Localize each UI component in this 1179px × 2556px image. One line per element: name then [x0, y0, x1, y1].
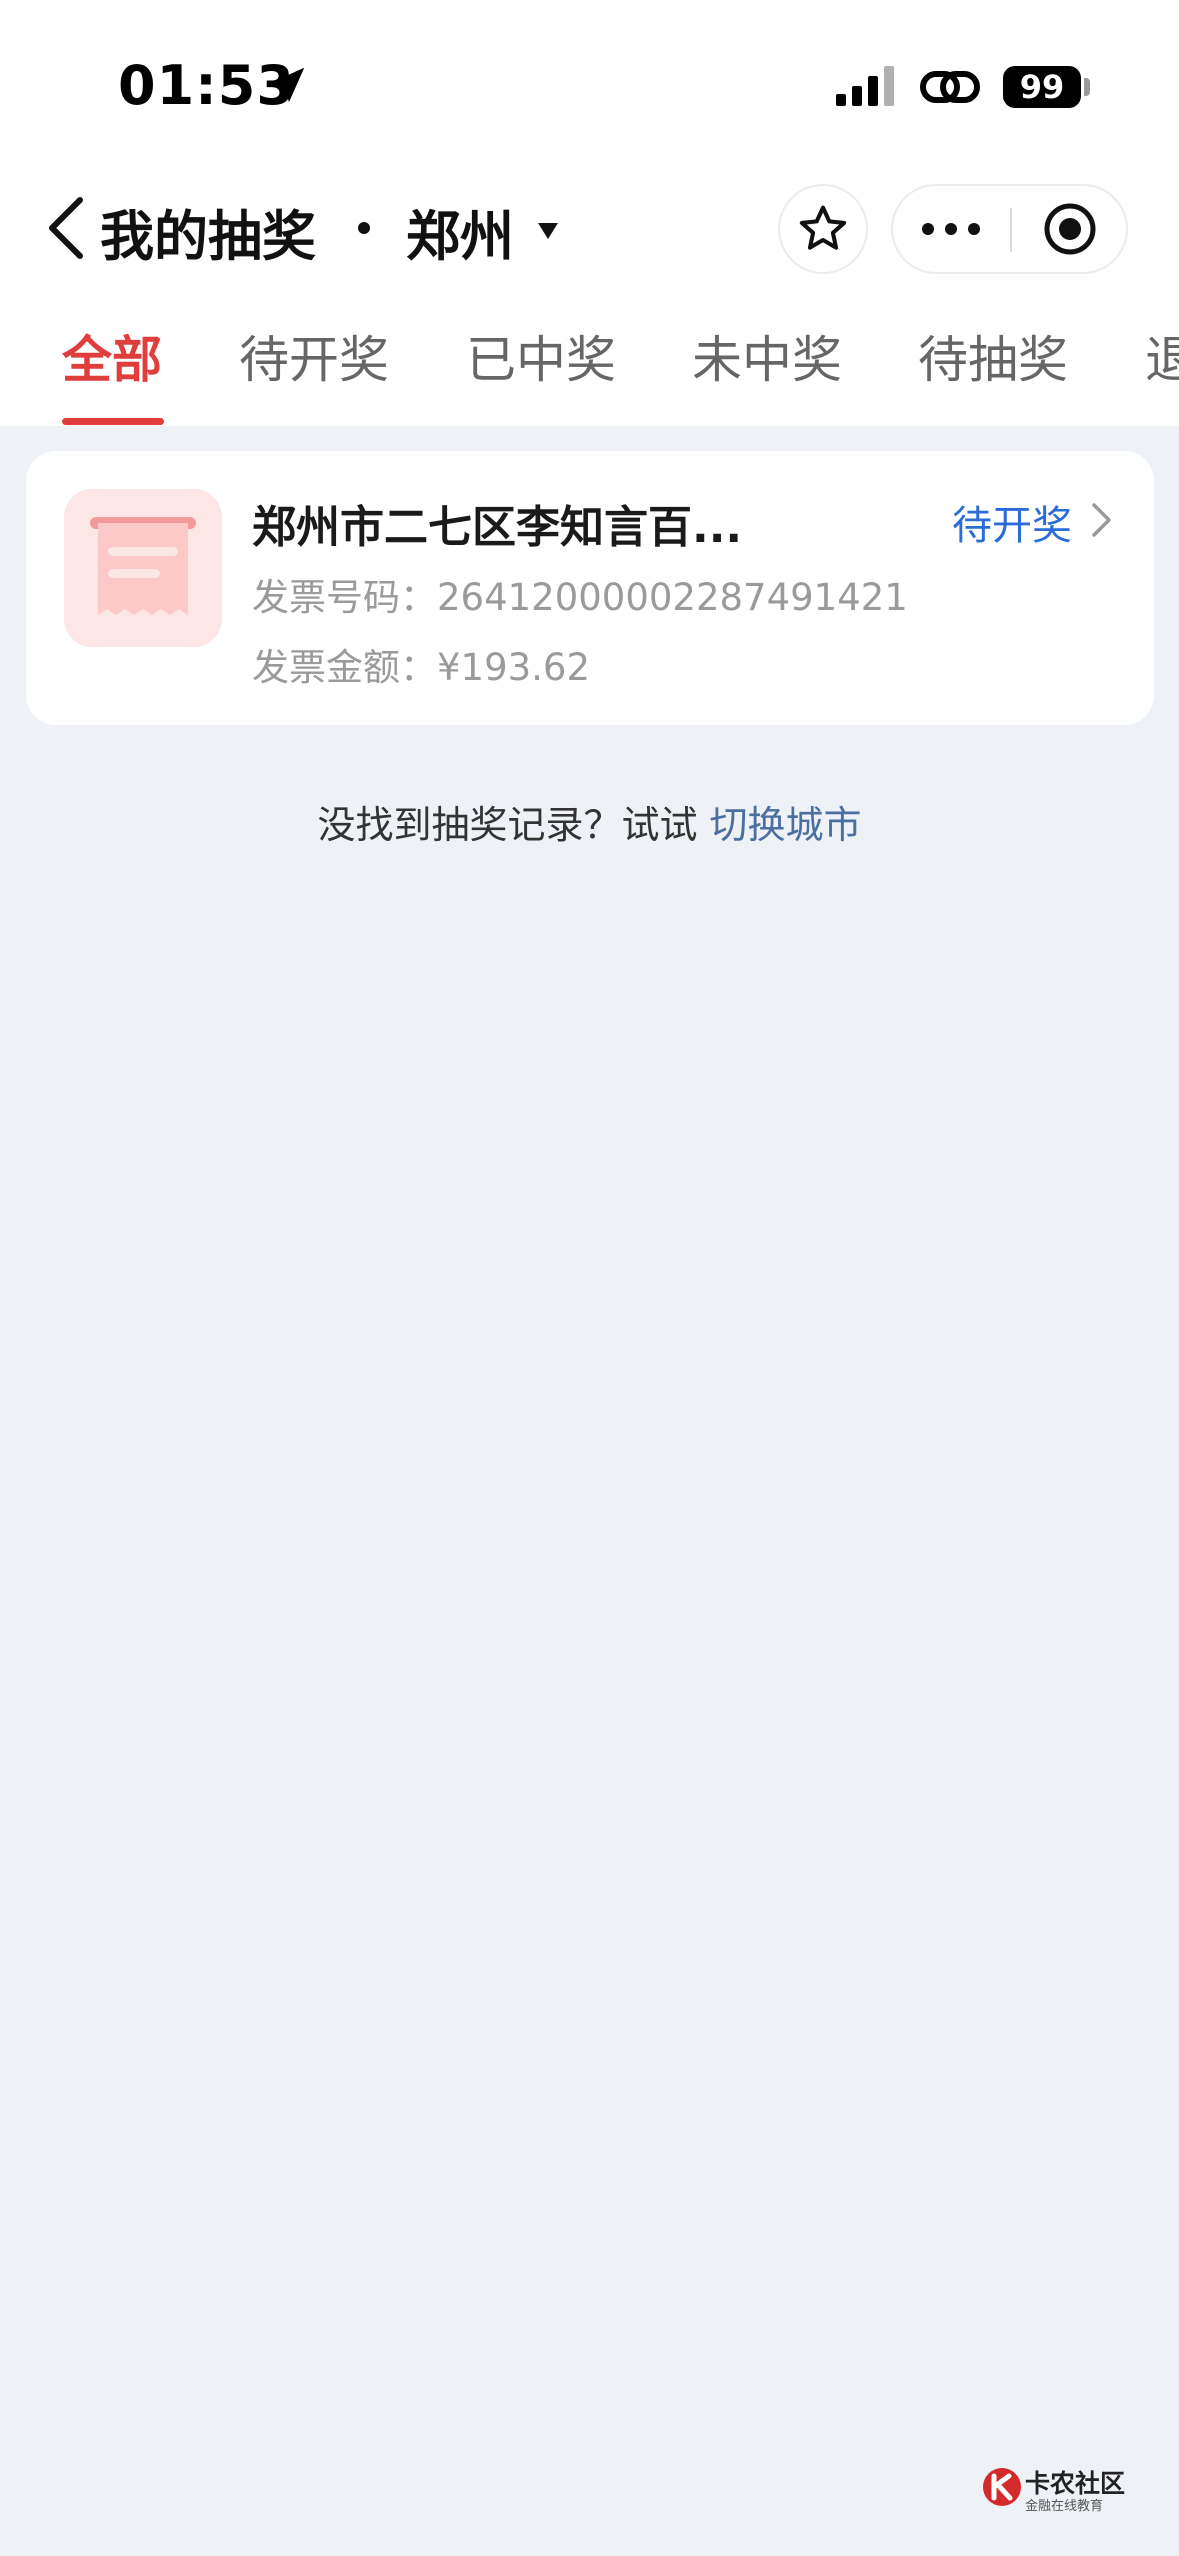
tab-refund[interactable]: 退 [1145, 320, 1179, 392]
link-icon [920, 71, 980, 103]
caret-down-icon[interactable] [537, 222, 559, 240]
tab-to-draw[interactable]: 待抽奖 [918, 320, 1068, 392]
more-button[interactable] [893, 186, 1009, 272]
cellular-signal-icon [836, 66, 894, 106]
active-tab-indicator [62, 418, 164, 425]
tab-pending-draw[interactable]: 待开奖 [239, 320, 389, 392]
favorite-button[interactable] [778, 184, 868, 274]
location-arrow-icon [269, 67, 305, 103]
watermark-subtitle: 金融在线教育 [1025, 2499, 1104, 2514]
star-icon [799, 205, 847, 250]
hint-text: 没找到抽奖记录？试试 [317, 803, 710, 847]
title-separator-dot [358, 222, 370, 234]
tab-won[interactable]: 已中奖 [466, 320, 616, 392]
invoice-amount-row: 发票金额：¥193.62 [252, 637, 590, 691]
shop-name: 郑州市二七区李知言百... [252, 502, 743, 553]
more-icon [922, 223, 980, 235]
close-button[interactable] [1013, 186, 1127, 272]
city-selector[interactable]: 郑州 [406, 192, 514, 271]
empty-hint: 没找到抽奖记录？试试 切换城市 [0, 794, 1179, 849]
receipt-icon [90, 517, 196, 615]
close-target-icon [1044, 203, 1096, 255]
page-title: 我的抽奖 [100, 205, 316, 268]
switch-city-link[interactable]: 切换城市 [710, 803, 862, 847]
invoice-number-row: 发票号码：26412000002287491421 [252, 567, 908, 621]
invoice-amount: ¥193.62 [437, 646, 591, 689]
receipt-thumbnail [64, 489, 222, 647]
battery-icon: 99 [1003, 66, 1081, 108]
tab-all[interactable]: 全部 [62, 320, 162, 392]
battery-cap [1084, 78, 1090, 96]
capsule-divider [1010, 208, 1012, 252]
invoice-number-label: 发票号码： [252, 576, 437, 619]
record-card[interactable]: 郑州市二七区李知言百... 待开奖 发票号码：26412000002287491… [26, 451, 1154, 725]
record-status[interactable]: 待开奖 [952, 493, 1072, 551]
invoice-amount-label: 发票金额： [252, 646, 437, 689]
tab-not-won[interactable]: 未中奖 [692, 320, 842, 392]
watermark-logo-icon [983, 2468, 1021, 2506]
miniprogram-capsule [891, 184, 1128, 274]
chevron-right-icon[interactable] [1090, 501, 1114, 539]
invoice-number: 26412000002287491421 [437, 576, 908, 619]
back-icon[interactable] [44, 196, 88, 260]
